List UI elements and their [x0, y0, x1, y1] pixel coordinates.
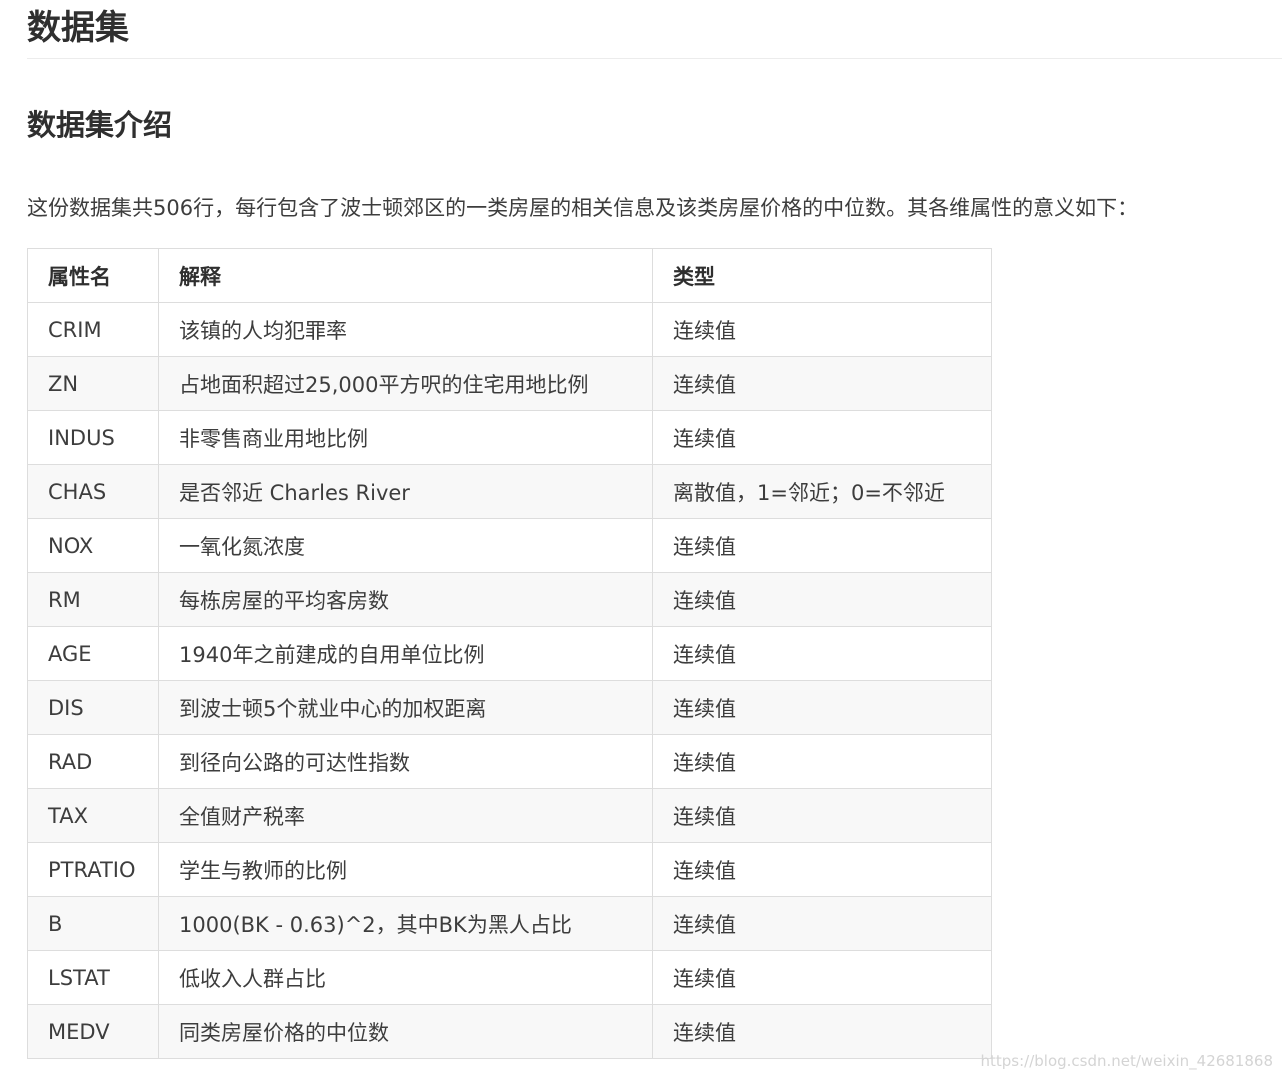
cell-attribute-name: B	[27, 896, 159, 951]
cell-explanation: 每栋房屋的平均客房数	[158, 572, 653, 627]
cell-explanation: 占地面积超过25,000平方呎的住宅用地比例	[158, 356, 653, 411]
cell-type: 连续值	[652, 734, 992, 789]
cell-explanation: 非零售商业用地比例	[158, 410, 653, 465]
table-row: ZN 占地面积超过25,000平方呎的住宅用地比例 连续值	[27, 356, 992, 411]
title-divider	[27, 58, 1282, 59]
table-row: AGE 1940年之前建成的自用单位比例 连续值	[27, 626, 992, 681]
cell-type: 连续值	[652, 680, 992, 735]
cell-explanation: 到径向公路的可达性指数	[158, 734, 653, 789]
cell-explanation: 到波士顿5个就业中心的加权距离	[158, 680, 653, 735]
cell-type: 连续值	[652, 842, 992, 897]
cell-attribute-name: MEDV	[27, 1004, 159, 1059]
cell-attribute-name: DIS	[27, 680, 159, 735]
cell-type: 连续值	[652, 626, 992, 681]
attributes-table: 属性名 解释 类型 CRIM 该镇的人均犯罪率 连续值 ZN 占地面积超过25,…	[27, 248, 992, 1059]
cell-attribute-name: NOX	[27, 518, 159, 573]
table-row: DIS 到波士顿5个就业中心的加权距离 连续值	[27, 680, 992, 735]
table-row: B 1000(BK - 0.63)^2，其中BK为黑人占比 连续值	[27, 896, 992, 951]
cell-explanation: 一氧化氮浓度	[158, 518, 653, 573]
table-row: CRIM 该镇的人均犯罪率 连续值	[27, 302, 992, 357]
cell-attribute-name: CRIM	[27, 302, 159, 357]
table-row: PTRATIO 学生与教师的比例 连续值	[27, 842, 992, 897]
cell-type: 连续值	[652, 572, 992, 627]
cell-type: 离散值，1=邻近；0=不邻近	[652, 464, 992, 519]
cell-attribute-name: TAX	[27, 788, 159, 843]
header-explanation: 解释	[158, 248, 653, 303]
cell-attribute-name: CHAS	[27, 464, 159, 519]
cell-attribute-name: LSTAT	[27, 950, 159, 1005]
table-row: CHAS 是否邻近 Charles River 离散值，1=邻近；0=不邻近	[27, 464, 992, 519]
table-row: INDUS 非零售商业用地比例 连续值	[27, 410, 992, 465]
cell-attribute-name: AGE	[27, 626, 159, 681]
table-row: TAX 全值财产税率 连续值	[27, 788, 992, 843]
cell-type: 连续值	[652, 896, 992, 951]
cell-explanation: 学生与教师的比例	[158, 842, 653, 897]
cell-attribute-name: PTRATIO	[27, 842, 159, 897]
cell-type: 连续值	[652, 518, 992, 573]
intro-paragraph: 这份数据集共506行，每行包含了波士顿郊区的一类房屋的相关信息及该类房屋价格的中…	[27, 196, 1139, 220]
cell-attribute-name: ZN	[27, 356, 159, 411]
cell-explanation: 是否邻近 Charles River	[158, 464, 653, 519]
article-page: 数据集 数据集介绍 这份数据集共506行，每行包含了波士顿郊区的一类房屋的相关信…	[0, 0, 1282, 1082]
cell-attribute-name: RM	[27, 572, 159, 627]
table-row: RM 每栋房屋的平均客房数 连续值	[27, 572, 992, 627]
page-title: 数据集	[27, 8, 129, 48]
cell-explanation: 该镇的人均犯罪率	[158, 302, 653, 357]
cell-explanation: 低收入人群占比	[158, 950, 653, 1005]
table-row: NOX 一氧化氮浓度 连续值	[27, 518, 992, 573]
table-header-row: 属性名 解释 类型	[27, 248, 992, 303]
table-row: LSTAT 低收入人群占比 连续值	[27, 950, 992, 1005]
cell-explanation: 1940年之前建成的自用单位比例	[158, 626, 653, 681]
section-heading: 数据集介绍	[27, 108, 173, 142]
header-type: 类型	[652, 248, 992, 303]
table-row: RAD 到径向公路的可达性指数 连续值	[27, 734, 992, 789]
cell-explanation: 1000(BK - 0.63)^2，其中BK为黑人占比	[158, 896, 653, 951]
cell-type: 连续值	[652, 302, 992, 357]
cell-explanation: 全值财产税率	[158, 788, 653, 843]
cell-type: 连续值	[652, 950, 992, 1005]
watermark: https://blog.csdn.net/weixin_42681868	[980, 1052, 1273, 1070]
cell-explanation: 同类房屋价格的中位数	[158, 1004, 653, 1059]
cell-attribute-name: RAD	[27, 734, 159, 789]
cell-type: 连续值	[652, 1004, 992, 1059]
cell-type: 连续值	[652, 410, 992, 465]
cell-type: 连续值	[652, 356, 992, 411]
cell-attribute-name: INDUS	[27, 410, 159, 465]
header-attribute-name: 属性名	[27, 248, 159, 303]
cell-type: 连续值	[652, 788, 992, 843]
table-row: MEDV 同类房屋价格的中位数 连续值	[27, 1004, 992, 1059]
